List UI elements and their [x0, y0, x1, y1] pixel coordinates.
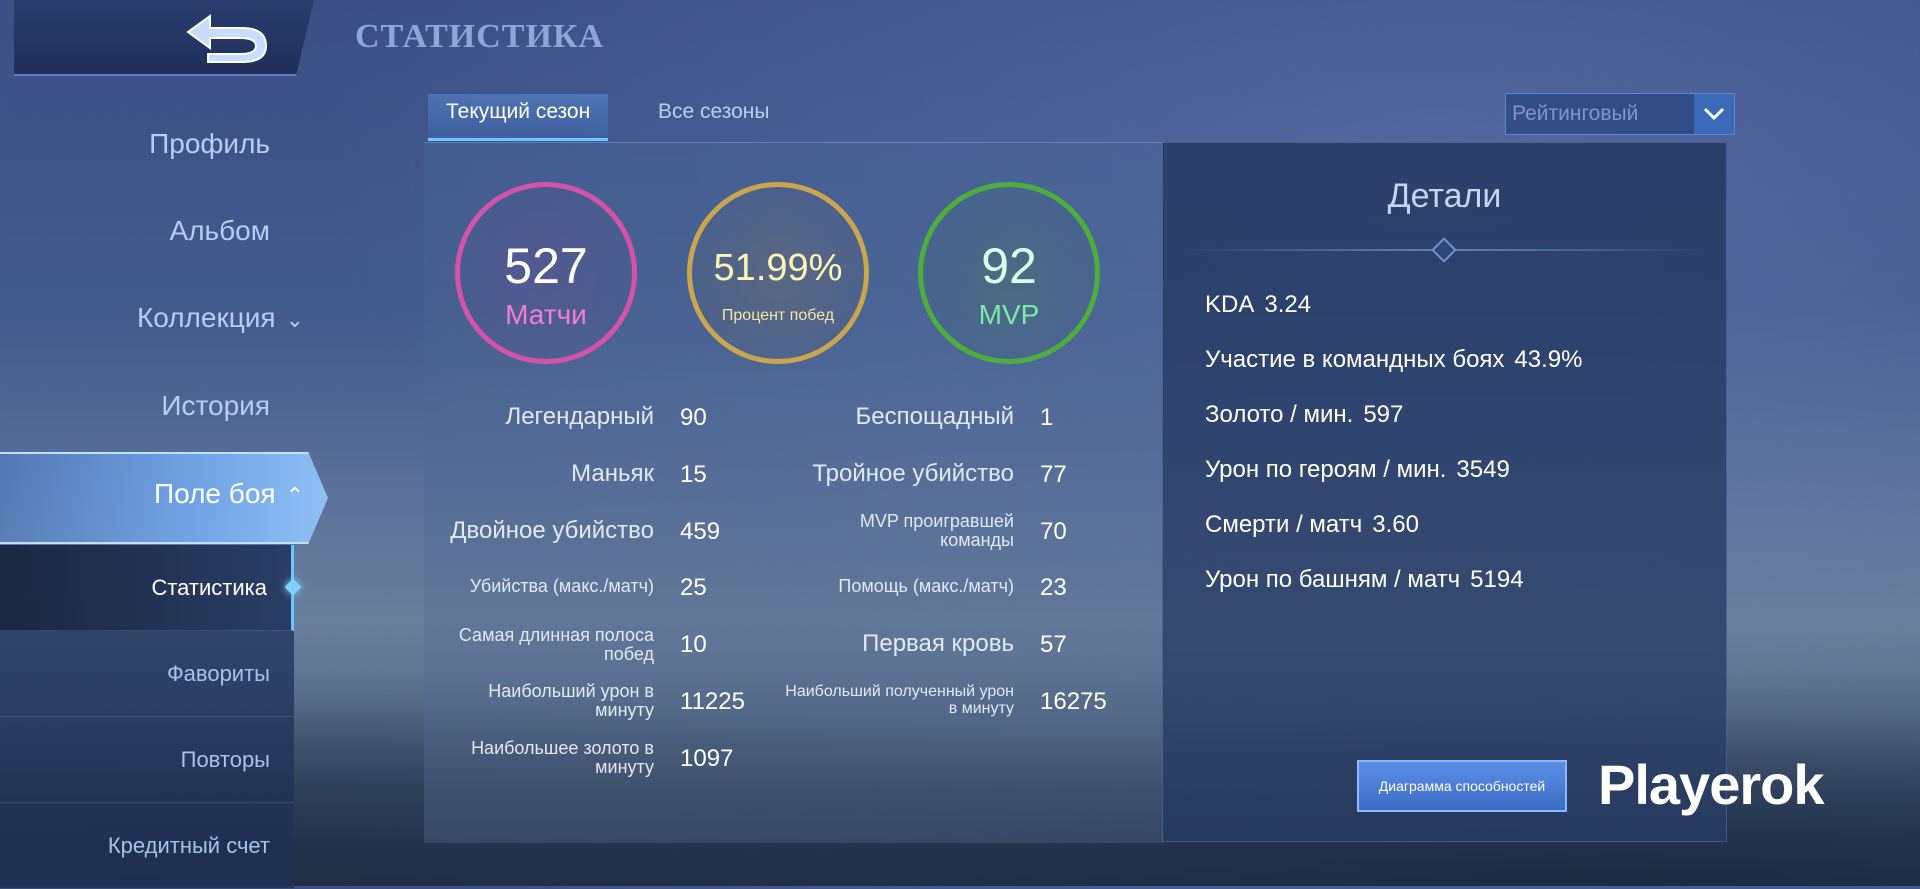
subnav-item-label: Статистика — [151, 575, 267, 600]
stat-label: Двойное убийство — [450, 517, 654, 544]
subnav-item-label: Повторы — [180, 747, 270, 772]
detail-label: Участие в командных боях — [1205, 346, 1505, 373]
detail-value: 3.60 — [1372, 511, 1419, 538]
sidebar-item-collection[interactable]: Коллекция ⌄ — [137, 302, 304, 334]
detail-row-deaths: Смерти / матч 3.60 — [1205, 511, 1419, 539]
stat-value: 1 — [1040, 404, 1054, 431]
stat-value: 90 — [680, 404, 707, 431]
matches-circle: 527 Матчи — [455, 182, 637, 364]
sidebar-subnav: Статистика Фавориты Повторы Кредитный сч… — [0, 545, 302, 889]
detail-row-hero-damage: Урон по героям / мин. 3549 — [1205, 456, 1510, 484]
detail-label: Смерти / матч — [1205, 511, 1363, 538]
subnav-item-credit-score[interactable]: Кредитный счет — [0, 803, 294, 889]
stat-value: 70 — [1040, 518, 1067, 545]
winrate-value: 51.99% — [713, 247, 843, 289]
detail-value: 3549 — [1456, 456, 1510, 483]
detail-value: 597 — [1363, 401, 1404, 428]
stat-label: Помощь (макс./матч) — [838, 576, 1014, 596]
mvp-value: 92 — [981, 238, 1037, 294]
subnav-item-label: Фавориты — [166, 661, 270, 686]
sidebar-item-battlefield[interactable]: Поле боя ⌃ — [154, 478, 304, 510]
winrate-label: Процент побед — [721, 307, 835, 324]
stat-value: 11225 — [680, 688, 745, 715]
stat-label: Наибольшее золото в минуту — [471, 738, 654, 777]
detail-label: KDA — [1205, 291, 1255, 318]
detail-row-kda: KDA 3.24 — [1205, 291, 1311, 319]
ability-chart-button[interactable]: Диаграмма способностей — [1357, 760, 1567, 812]
subnav-item-statistics[interactable]: Статистика — [0, 545, 302, 631]
stat-value: 16275 — [1040, 688, 1107, 715]
stat-label: Наибольший полученный урон в минуту — [785, 683, 1014, 717]
stat-value: 25 — [680, 574, 707, 601]
detail-label: Урон по героям / мин. — [1205, 456, 1447, 483]
sidebar-item-label: Альбом — [169, 215, 270, 246]
detail-value: 43.9% — [1514, 346, 1583, 373]
detail-label: Урон по башням / матч — [1205, 566, 1461, 593]
stat-value: 57 — [1040, 631, 1067, 658]
sidebar-item-label: Коллекция — [136, 302, 276, 333]
detail-value: 5194 — [1470, 566, 1524, 593]
tab-current-season[interactable]: Текущий сезон — [428, 94, 609, 141]
tab-label: Все сезоны — [658, 100, 770, 123]
sidebar-item-label: История — [161, 390, 270, 421]
back-button[interactable] — [14, 0, 314, 76]
mode-select-value: Рейтинговый — [1512, 102, 1639, 125]
detail-row-tower-damage: Урон по башням / матч 5194 — [1205, 566, 1524, 594]
stat-label: Легендарный — [505, 403, 654, 430]
stat-label: Беспощадный — [855, 403, 1014, 430]
page-title: СТАТИСТИКА — [355, 18, 605, 55]
chevron-down-icon[interactable] — [1694, 94, 1734, 134]
divider-ornament-icon — [1431, 237, 1457, 263]
chevron-down-icon: ⌄ — [285, 307, 304, 332]
detail-row-gold: Золото / мин. 597 — [1205, 401, 1403, 429]
stat-label: Тройное убийство — [812, 460, 1014, 487]
stat-value: 10 — [680, 631, 707, 658]
detail-value: 3.24 — [1264, 291, 1312, 318]
stat-value: 77 — [1040, 461, 1067, 488]
stat-value: 459 — [680, 518, 721, 545]
details-panel: Детали KDA 3.24 Участие в командных боях 4… — [1162, 142, 1727, 842]
sidebar-item-profile[interactable]: Профиль — [149, 128, 270, 160]
sidebar-item-history[interactable]: История — [161, 390, 270, 422]
watermark-logo: Playerok — [1598, 753, 1824, 816]
stat-label: Маньяк — [571, 460, 654, 487]
stat-value: 23 — [1040, 574, 1067, 601]
detail-row-teamfight: Участие в командных боях 43.9% — [1205, 346, 1582, 374]
mode-select[interactable]: Рейтинговый — [1505, 93, 1735, 135]
tab-all-seasons[interactable]: Все сезоны — [640, 94, 788, 138]
stat-value: 15 — [680, 461, 707, 488]
tab-label: Текущий сезон — [446, 100, 591, 123]
sidebar-item-album[interactable]: Альбом — [170, 215, 270, 247]
back-arrow-icon — [186, 14, 268, 63]
stat-label: MVP проигравшей команды — [859, 511, 1014, 550]
chevron-up-icon: ⌃ — [285, 483, 304, 508]
stat-label: Первая кровь — [862, 630, 1014, 657]
matches-value: 527 — [504, 238, 588, 294]
stat-label: Убийства (макс./матч) — [469, 576, 654, 596]
stat-value: 1097 — [680, 745, 734, 772]
stat-label: Наибольший урон в минуту — [488, 681, 654, 720]
subnav-item-replays[interactable]: Повторы — [0, 717, 294, 803]
mvp-circle: 92 MVP — [918, 182, 1100, 364]
mvp-label: MVP — [978, 299, 1040, 330]
button-label: Диаграмма способностей — [1378, 778, 1546, 794]
subnav-item-favorites[interactable]: Фавориты — [0, 631, 294, 717]
sidebar-item-label: Поле боя — [154, 478, 276, 509]
details-title: Детали — [1387, 177, 1502, 215]
stat-label: Самая длинная полоса побед — [458, 625, 654, 664]
sidebar-item-label: Профиль — [149, 128, 270, 159]
winrate-circle: 51.99% Процент побед — [687, 182, 869, 364]
subnav-item-label: Кредитный счет — [107, 833, 270, 858]
matches-label: Матчи — [505, 299, 587, 330]
active-indicator-icon — [284, 578, 302, 596]
detail-label: Золото / мин. — [1205, 401, 1354, 428]
